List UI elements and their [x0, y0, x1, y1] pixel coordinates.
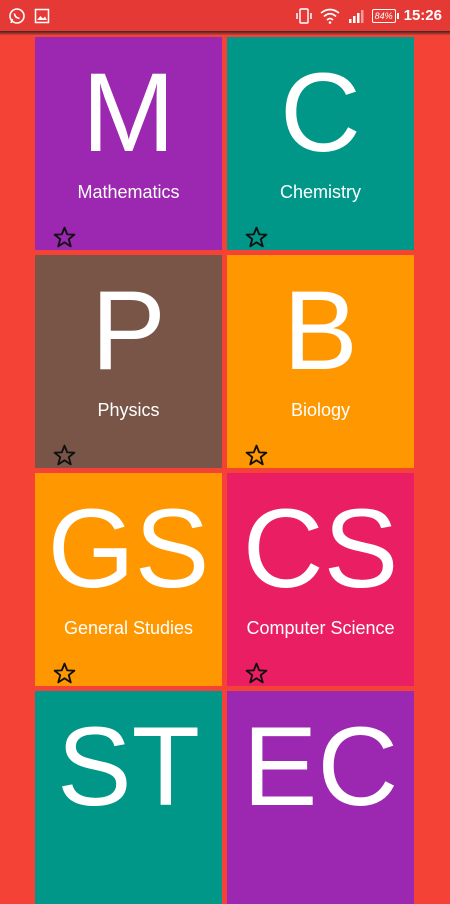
subject-tile[interactable]: C Chemistry	[227, 37, 414, 250]
subject-initial: P	[91, 268, 166, 393]
favorite-star-icon[interactable]	[244, 443, 269, 468]
subject-name: Mathematics	[77, 182, 180, 202]
subject-name: Computer Science	[246, 618, 395, 638]
gallery-icon	[34, 8, 50, 24]
clock: 15:26	[403, 7, 442, 24]
subject-tile[interactable]: M Mathematics	[35, 37, 222, 250]
subject-tile[interactable]: ST	[35, 691, 222, 904]
toolbar-divider	[0, 31, 450, 35]
favorite-star-icon[interactable]	[52, 225, 77, 250]
subject-initial: EC	[242, 704, 399, 829]
subject-initial: C	[280, 50, 361, 175]
subject-tile[interactable]: P Physics	[35, 255, 222, 468]
subject-initial: CS	[242, 486, 399, 611]
battery-level: 84%	[374, 10, 393, 21]
subject-initial: M	[81, 50, 176, 175]
subject-name: General Studies	[63, 618, 194, 638]
favorite-star-icon[interactable]	[244, 661, 269, 686]
status-bar: 84% 15:26	[0, 0, 450, 31]
subject-tile[interactable]: GS General Studies	[35, 473, 222, 686]
wifi-icon	[320, 8, 340, 24]
subject-tile[interactable]: CS Computer Science	[227, 473, 414, 686]
subject-name: Chemistry	[279, 182, 361, 202]
signal-icon	[348, 9, 364, 23]
subject-name: Physics	[97, 400, 160, 420]
subject-tile[interactable]: EC	[227, 691, 414, 904]
battery-icon: 84%	[371, 8, 399, 23]
subject-initial: B	[283, 268, 358, 393]
whatsapp-icon	[8, 7, 26, 25]
favorite-star-icon[interactable]	[52, 443, 77, 468]
subject-tile[interactable]: B Biology	[227, 255, 414, 468]
subject-grid: M Mathematics C Chemistry P Physics B Biology GS…	[35, 37, 415, 904]
subject-initial: ST	[56, 704, 201, 829]
subject-initial: GS	[47, 486, 210, 611]
subject-name: Biology	[290, 400, 351, 420]
favorite-star-icon[interactable]	[52, 661, 77, 686]
vibrate-icon	[295, 7, 312, 25]
favorite-star-icon[interactable]	[244, 225, 269, 250]
